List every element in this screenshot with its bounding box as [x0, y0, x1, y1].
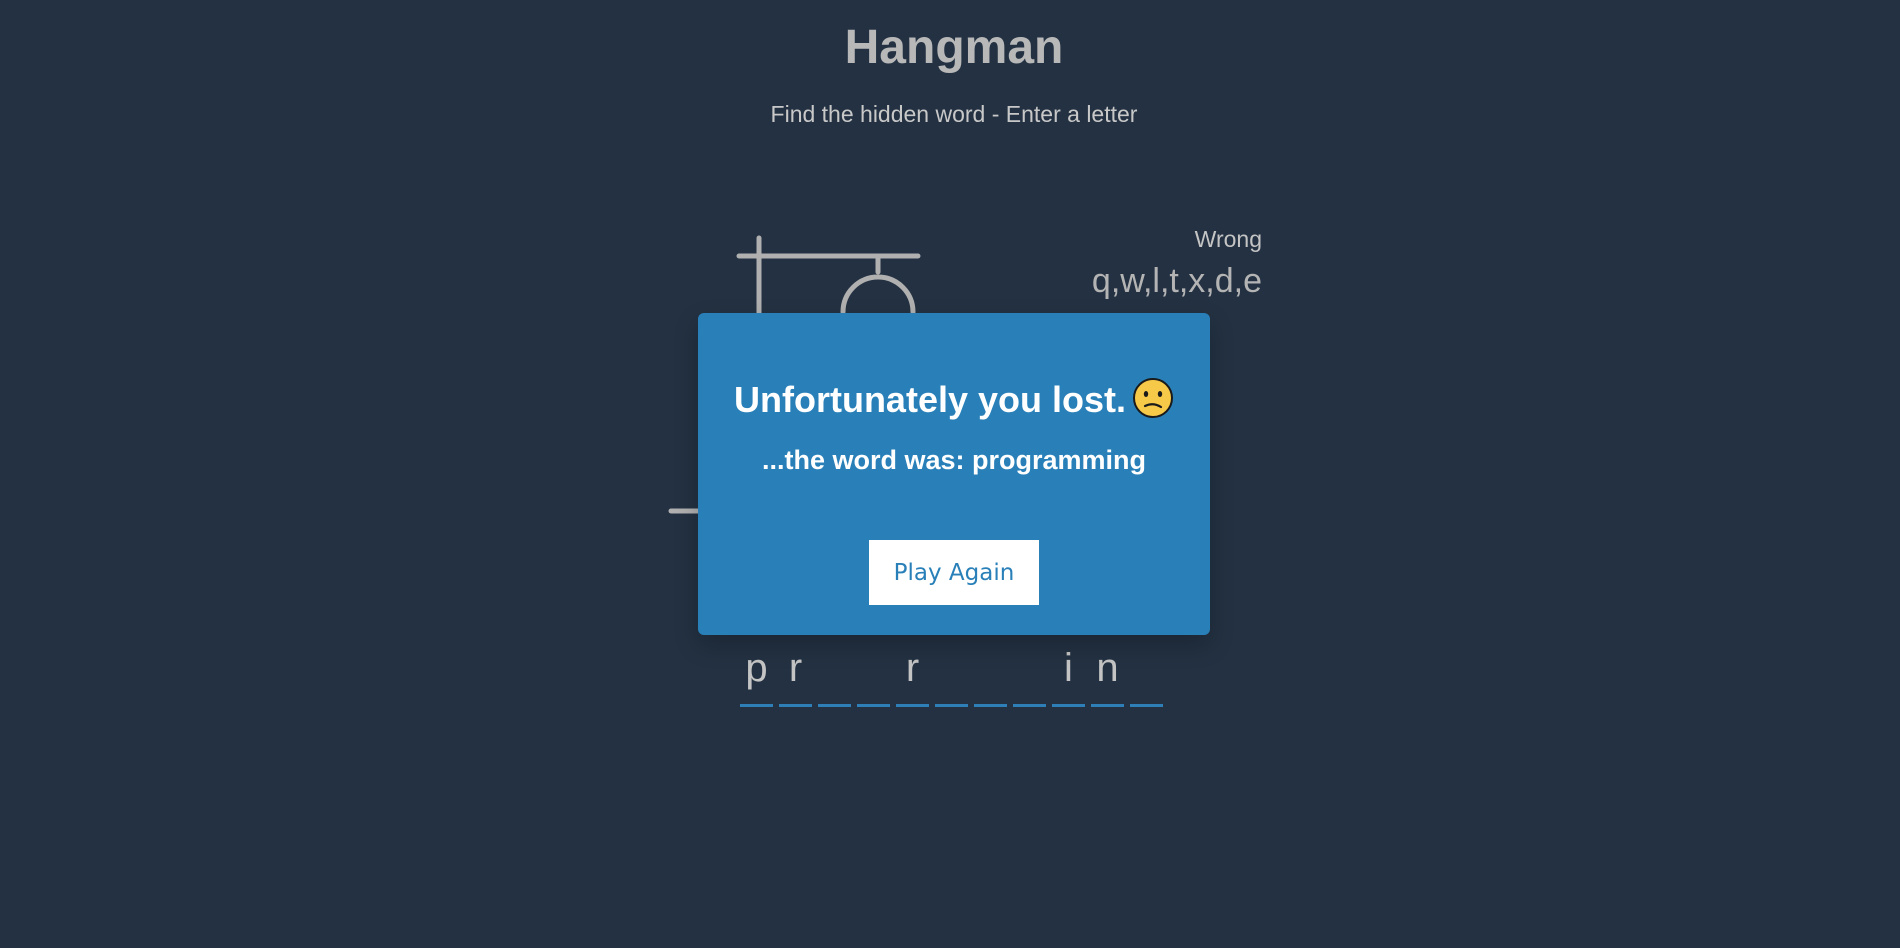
letter-slot: p [740, 640, 773, 707]
letter-slot [1013, 640, 1046, 707]
page-subtitle: Find the hidden word - Enter a letter [770, 101, 1138, 127]
page-title: Hangman [844, 21, 1064, 74]
confused-face-icon [1133, 378, 1173, 419]
play-again-button[interactable]: Play Again [869, 540, 1039, 605]
letter-slot: r [779, 640, 812, 707]
letter-slot [1130, 640, 1163, 707]
letter-slot [935, 640, 968, 707]
wrong-label: Wrong [1194, 226, 1262, 252]
word-reveal: ...the word was: programming [761, 445, 1147, 475]
letter-slot: i [1052, 640, 1085, 707]
game-over-popup: Unfortunately you lost. ...the word was:… [698, 313, 1210, 635]
letter-slot [818, 640, 851, 707]
letter-slot: r [896, 640, 929, 707]
letter-slot [974, 640, 1007, 707]
letter-slot: n [1091, 640, 1124, 707]
popup-heading-text: Unfortunately you lost. [733, 379, 1126, 420]
wrong-letters-list: q,w,l,t,x,d,e [1091, 262, 1262, 300]
hangman-head [840, 274, 916, 315]
popup-heading: Unfortunately you lost. [698, 375, 1210, 425]
wrong-letters-panel: Wrong q,w,l,t,x,d,e [1092, 224, 1262, 302]
hidden-word: p r r i n [740, 640, 1163, 707]
letter-slot [857, 640, 890, 707]
